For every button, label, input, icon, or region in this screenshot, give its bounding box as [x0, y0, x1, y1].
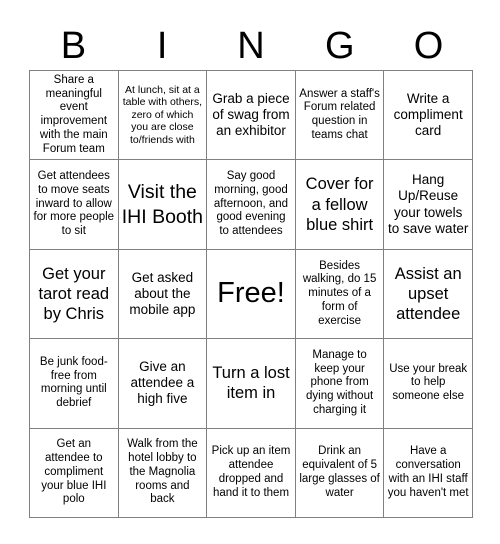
header-letter-g: G: [325, 25, 355, 67]
bingo-cell-text: Free!: [217, 277, 285, 310]
header-letter-b: B: [60, 25, 87, 67]
bingo-cell[interactable]: Share a meaningful event improvement wit…: [30, 71, 119, 161]
bingo-cell-text: Hang Up/Reuse your towels to save water: [388, 172, 469, 236]
header-letter-i: I: [156, 25, 168, 67]
bingo-cell[interactable]: Turn a lost item in: [207, 339, 296, 429]
bingo-cell[interactable]: Get attendees to move seats inward to al…: [30, 160, 119, 250]
bingo-cell[interactable]: Assist an upset attendee: [384, 249, 473, 340]
bingo-cell[interactable]: At lunch, sit at a table with others, ze…: [118, 71, 208, 161]
bingo-cell[interactable]: Cover for a fellow blue shirt: [295, 160, 385, 250]
bingo-cell[interactable]: Give an attendee a high five: [118, 339, 208, 429]
bingo-cell[interactable]: Get asked about the mobile app: [118, 249, 208, 340]
bingo-grid: Share a meaningful event improvement wit…: [29, 70, 473, 518]
bingo-cell-text: Use your break to help someone else: [389, 362, 468, 403]
bingo-cell-text: Turn a lost item in: [212, 364, 290, 403]
bingo-cell-text: Get asked about the mobile app: [129, 269, 196, 318]
bingo-cell[interactable]: Besides walking, do 15 minutes of a form…: [295, 249, 385, 340]
bingo-cell[interactable]: Answer a staff's Forum related question …: [295, 71, 385, 161]
bingo-cell[interactable]: Be junk food-free from morning until deb…: [30, 339, 119, 429]
bingo-cell-text: Grab a piece of swag from an exhibitor: [212, 90, 290, 139]
bingo-cell-text: Say good morning, good afternoon, and go…: [213, 170, 289, 238]
bingo-cell-text: Cover for a fellow blue shirt: [305, 175, 374, 234]
bingo-cell-text: Assist an upset attendee: [394, 264, 462, 324]
bingo-cell[interactable]: Have a conversation with an IHI staff yo…: [384, 428, 473, 518]
bingo-cell-text: Visit the IHI Booth: [121, 181, 204, 228]
header-letter-o: O: [413, 25, 444, 67]
bingo-cell-text: Besides walking, do 15 minutes of a form…: [302, 259, 377, 327]
bingo-cell-free-space[interactable]: Free!: [207, 249, 296, 340]
bingo-cell-text: Drink an equivalent of 5 large glasses o…: [299, 445, 380, 499]
bingo-cell[interactable]: Pick up an item attendee dropped and han…: [207, 428, 296, 518]
bingo-cell-text: Have a conversation with an IHI staff yo…: [387, 445, 469, 499]
bingo-cell[interactable]: Hang Up/Reuse your towels to save water: [384, 160, 473, 250]
bingo-cell-text: Write a compliment card: [393, 90, 463, 139]
bingo-cell-text: Get attendees to move seats inward to al…: [33, 170, 115, 238]
bingo-cell[interactable]: Drink an equivalent of 5 large glasses o…: [295, 428, 385, 518]
bingo-cell[interactable]: Say good morning, good afternoon, and go…: [207, 160, 296, 250]
bingo-cell[interactable]: Write a compliment card: [384, 71, 473, 161]
bingo-cell-text: Share a meaningful event improvement wit…: [39, 73, 108, 155]
bingo-cell-text: Get your tarot read by Chris: [38, 264, 110, 324]
header-letter-n: N: [237, 25, 265, 67]
bingo-cell-text: Walk from the hotel lobby to the Magnoli…: [127, 438, 198, 506]
bingo-cell-text: Manage to keep your phone from dying wit…: [306, 348, 374, 417]
bingo-cell[interactable]: Manage to keep your phone from dying wit…: [295, 339, 385, 429]
bingo-cell[interactable]: Grab a piece of swag from an exhibitor: [207, 71, 296, 161]
bingo-cell-text: At lunch, sit at a table with others, ze…: [122, 83, 203, 147]
bingo-cell-text: Get an attendee to compliment your blue …: [41, 438, 107, 506]
bingo-cell[interactable]: Walk from the hotel lobby to the Magnoli…: [118, 428, 208, 518]
bingo-cell-text: Give an attendee a high five: [130, 359, 195, 407]
bingo-cell-text: Answer a staff's Forum related question …: [299, 87, 380, 141]
bingo-cell-text: Pick up an item attendee dropped and han…: [211, 445, 291, 499]
bingo-card: B I N G O Share a meaningful event impro…: [0, 0, 500, 544]
bingo-header-row: B I N G O: [29, 22, 473, 70]
bingo-cell[interactable]: Visit the IHI Booth: [118, 160, 208, 250]
bingo-cell-text: Be junk food-free from morning until deb…: [39, 355, 108, 410]
bingo-cell[interactable]: Get your tarot read by Chris: [30, 249, 119, 340]
bingo-cell[interactable]: Use your break to help someone else: [384, 339, 473, 429]
bingo-cell[interactable]: Get an attendee to compliment your blue …: [30, 428, 119, 518]
